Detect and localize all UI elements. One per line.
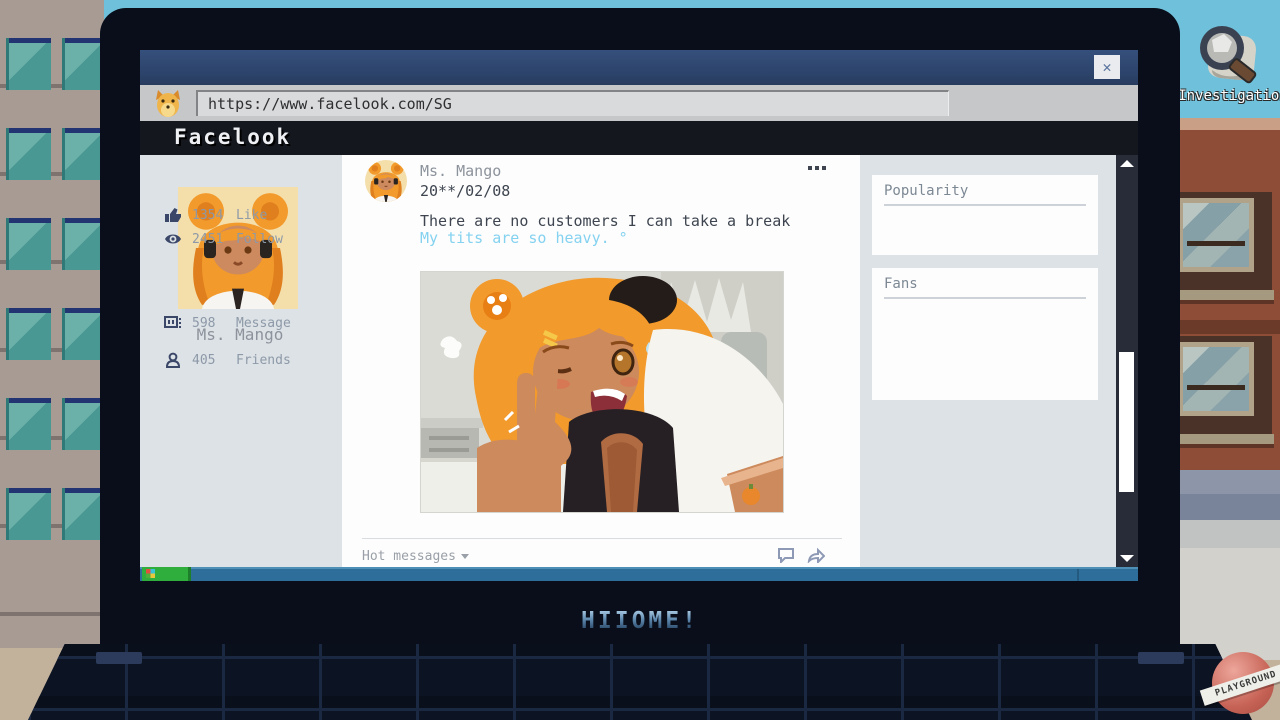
post-image[interactable]: 00 xyxy=(420,271,784,513)
comment-icon[interactable] xyxy=(777,547,795,565)
close-button[interactable]: ✕ xyxy=(1094,55,1120,79)
like-stat[interactable]: 1354 Like xyxy=(164,207,267,223)
scrollbar-thumb[interactable] xyxy=(1119,352,1134,492)
like-label: Like xyxy=(236,207,268,223)
follow-label: Follow xyxy=(236,231,283,247)
message-count: 598 xyxy=(192,315,216,331)
post-menu-icon[interactable] xyxy=(808,166,830,171)
laptop-brand-logo: HIIOME! xyxy=(0,608,1280,634)
laptop-screen: ✕ https://www.facelook.com/SG Facelook M… xyxy=(140,50,1138,581)
eye-icon xyxy=(165,234,181,244)
hot-messages-dropdown[interactable]: Hot messages xyxy=(362,549,469,564)
message-label: Message xyxy=(236,315,291,331)
doge-favicon xyxy=(154,88,182,118)
taskbar xyxy=(140,567,1138,581)
thumbs-up-icon xyxy=(165,208,181,222)
post-avatar[interactable] xyxy=(365,160,407,202)
message-icon xyxy=(164,316,181,328)
start-logo-icon xyxy=(146,569,155,578)
browser-toolbar: https://www.facelook.com/SG xyxy=(140,85,1138,123)
game-scene: Investigation HIIOME! ✕ https://www.face… xyxy=(0,0,1280,720)
taskbar-divider xyxy=(1077,569,1079,581)
scroll-up-icon[interactable] xyxy=(1120,160,1134,167)
person-icon xyxy=(165,352,181,368)
popularity-card: Popularity xyxy=(872,175,1098,255)
playground-watermark: PLAYGROUND xyxy=(1199,650,1280,720)
feed-post: Ms. Mango 20**/02/08 There are no custom… xyxy=(342,155,860,567)
friends-stat[interactable]: 405 Friends xyxy=(164,352,291,368)
like-count: 1354 xyxy=(192,207,224,223)
page-content: Ms. Mango Ms. Mango 20**/02/08 There are… xyxy=(140,155,1138,567)
scrollbar[interactable] xyxy=(1116,155,1138,567)
friends-label: Friends xyxy=(236,352,291,368)
investigation-icon[interactable] xyxy=(1188,18,1264,88)
browser-titlebar: ✕ xyxy=(140,50,1138,85)
investigation-label: Investigation xyxy=(1178,88,1280,104)
site-header: Facelook xyxy=(140,121,1138,155)
share-icon[interactable] xyxy=(807,547,826,565)
profile-picture[interactable] xyxy=(178,187,298,311)
message-stat[interactable]: 598 Message xyxy=(164,315,291,331)
scroll-down-icon[interactable] xyxy=(1120,555,1134,562)
post-author: Ms. Mango xyxy=(420,162,502,180)
start-button[interactable] xyxy=(142,567,191,581)
popularity-title: Popularity xyxy=(884,183,1086,206)
friends-count: 405 xyxy=(192,352,216,368)
laptop-hinge-left xyxy=(96,652,142,664)
laptop-hinge-right xyxy=(1138,652,1184,664)
follow-count: 2451 xyxy=(192,231,224,247)
background-building-left xyxy=(0,0,107,648)
fans-title: Fans xyxy=(884,276,1086,299)
post-text-plain: There are no customers I can take a brea… xyxy=(420,212,791,230)
caret-down-icon xyxy=(460,554,469,559)
post-date: 20**/02/08 xyxy=(420,182,511,200)
post-text: There are no customers I can take a brea… xyxy=(420,213,792,247)
hot-messages-label: Hot messages xyxy=(362,549,456,564)
url-input[interactable]: https://www.facelook.com/SG xyxy=(196,90,949,116)
post-text-link[interactable]: My tits are so heavy. ° xyxy=(420,229,628,247)
laptop-keyboard xyxy=(28,644,1252,720)
fans-card: Fans xyxy=(872,268,1098,400)
post-divider xyxy=(362,538,842,539)
site-title: Facelook xyxy=(174,125,292,149)
follow-stat[interactable]: 2451 Follow xyxy=(164,231,283,247)
